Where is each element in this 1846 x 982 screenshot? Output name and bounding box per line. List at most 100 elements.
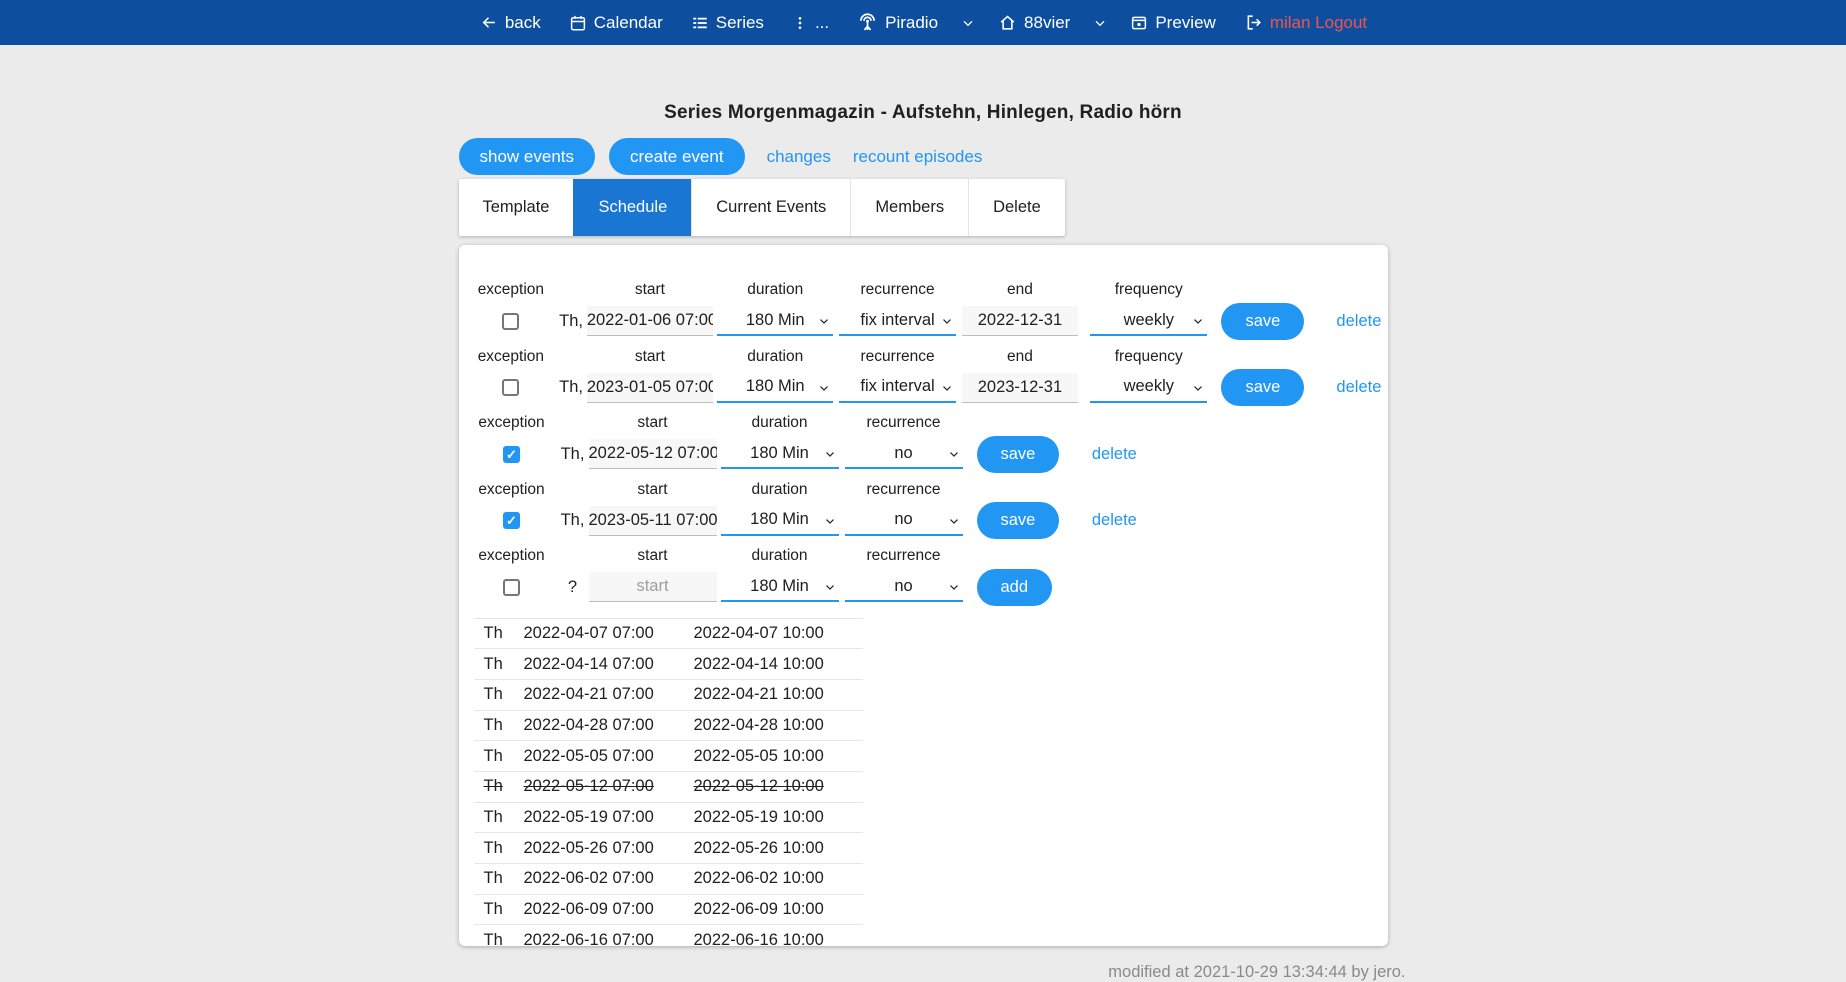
event-row: Th 2022-06-02 07:00 2022-06-02 10:00 [474,863,863,894]
event-day: Th [474,900,524,919]
more-vert-icon [792,14,808,32]
tab-current-events[interactable]: Current Events [691,179,850,236]
recurrence-label: recurrence [866,411,940,435]
event-start: 2022-04-21 07:00 [524,685,694,704]
event-row: Th 2022-04-07 07:00 2022-04-07 10:00 [474,618,863,649]
frequency-select[interactable]: weekly [1090,373,1207,403]
nav-series[interactable]: Series [691,13,764,33]
event-end: 2022-06-09 10:00 [694,900,863,919]
event-end: 2022-04-07 10:00 [694,624,863,643]
home-icon [998,13,1017,32]
save-button[interactable]: save [977,436,1060,473]
delete-link[interactable]: delete [1336,378,1381,397]
duration-select[interactable]: 180 Min [721,506,839,536]
nav-more[interactable]: ... [792,13,829,33]
tab-schedule[interactable]: Schedule [573,179,691,236]
event-day: Th [474,869,524,888]
exception-checkbox[interactable] [503,579,520,596]
start-input[interactable] [587,373,713,403]
nav-back[interactable]: back [479,13,541,33]
exception-checkbox[interactable] [503,446,520,463]
tab-template[interactable]: Template [459,179,574,236]
chevron-down-icon [817,314,831,333]
chevron-down-icon [940,381,954,400]
event-start: 2022-04-14 07:00 [524,655,694,674]
nav-station[interactable]: 88vier [998,13,1070,33]
recurrence-select[interactable]: no [845,572,963,602]
nav-piradio[interactable]: Piradio [857,12,938,33]
duration-select[interactable]: 180 Min [717,373,833,403]
event-row: Th 2022-04-21 07:00 2022-04-21 10:00 [474,679,863,710]
event-row: Th 2022-04-28 07:00 2022-04-28 10:00 [474,710,863,741]
chevron-down-icon [823,447,837,466]
exception-label: exception [478,544,544,568]
event-row: Th 2022-05-05 07:00 2022-05-05 10:00 [474,740,863,771]
piradio-dropdown-toggle[interactable] [960,15,976,31]
event-start: 2022-05-05 07:00 [524,747,694,766]
nav-back-label: back [505,13,541,33]
frequency-label: frequency [1115,345,1183,369]
start-input[interactable] [589,439,717,469]
add-button[interactable]: add [977,569,1053,606]
frequency-select[interactable]: weekly [1090,306,1207,336]
delete-link[interactable]: delete [1092,445,1137,464]
duration-label: duration [751,544,807,568]
event-day: Th [474,624,524,643]
tab-members[interactable]: Members [850,179,968,236]
start-input[interactable] [589,572,717,602]
delete-link[interactable]: delete [1336,312,1381,331]
start-input[interactable] [589,506,717,536]
save-button[interactable]: save [977,502,1060,539]
event-end: 2022-05-26 10:00 [694,839,863,858]
show-events-button[interactable]: show events [459,138,596,175]
top-navbar: back Calendar Series ... Piradio 88vier … [0,0,1846,45]
start-label: start [637,544,667,568]
chevron-down-icon [823,514,837,533]
start-label: start [635,278,665,302]
list-icon [691,14,709,32]
start-input[interactable] [587,306,713,336]
day-label: Th, [555,369,587,407]
event-start: 2022-05-26 07:00 [524,839,694,858]
exception-label: exception [478,478,544,502]
nav-piradio-label: Piradio [885,13,938,33]
end-input[interactable] [962,373,1078,403]
delete-link[interactable]: delete [1092,511,1137,530]
end-label: end [1007,345,1033,369]
recurrence-select[interactable]: fix interval [839,373,955,403]
end-label: end [1007,278,1033,302]
event-row: Th 2022-06-09 07:00 2022-06-09 10:00 [474,894,863,925]
exception-checkbox[interactable] [503,512,520,529]
recount-episodes-link[interactable]: recount episodes [853,147,982,167]
event-day: Th [474,655,524,674]
recurrence-value: fix interval [860,377,934,396]
end-input[interactable] [962,306,1078,336]
event-day: Th [474,747,524,766]
event-end: 2022-04-21 10:00 [694,685,863,704]
arrow-left-icon [479,13,498,32]
tab-delete[interactable]: Delete [968,179,1065,236]
exception-checkbox[interactable] [502,313,519,330]
duration-select[interactable]: 180 Min [721,439,839,469]
nav-logout[interactable]: milan Logout [1244,13,1367,33]
station-dropdown-toggle[interactable] [1092,15,1108,31]
exception-checkbox[interactable] [502,379,519,396]
create-event-button[interactable]: create event [609,138,745,175]
events-table: Th 2022-04-07 07:00 2022-04-07 10:00 Th … [474,618,863,947]
duration-select[interactable]: 180 Min [717,306,833,336]
duration-value: 180 Min [746,311,805,330]
recurrence-select[interactable]: no [845,439,963,469]
chevron-down-icon [947,447,961,466]
calendar-icon [569,14,587,32]
exception-label: exception [478,411,544,435]
recurrence-value: no [894,577,912,596]
changes-link[interactable]: changes [767,147,831,167]
save-button[interactable]: save [1221,303,1304,340]
recurrence-select[interactable]: fix interval [839,306,955,336]
nav-calendar[interactable]: Calendar [569,13,663,33]
save-button[interactable]: save [1221,369,1304,406]
nav-preview[interactable]: Preview [1130,13,1215,33]
recurrence-select[interactable]: no [845,506,963,536]
nav-more-label: ... [815,13,829,33]
duration-select[interactable]: 180 Min [721,572,839,602]
